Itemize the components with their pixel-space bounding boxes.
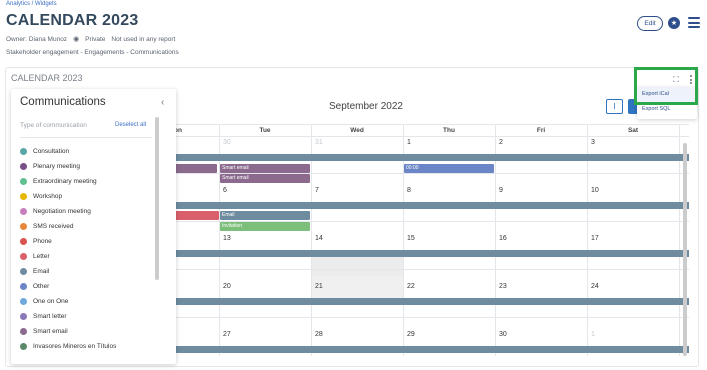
widget-title: CALENDAR 2023 <box>11 73 83 83</box>
month-label: September 2022 <box>329 101 403 112</box>
event-time[interactable]: 00:00 <box>404 164 494 173</box>
date-cell[interactable]: 23 <box>499 283 507 290</box>
list-item[interactable]: Phone <box>20 234 155 249</box>
communication-type-filter[interactable]: Type of communication <box>20 122 87 129</box>
list-item[interactable]: Smart letter <box>20 309 155 324</box>
color-dot <box>20 283 27 290</box>
list-item[interactable]: Email <box>20 264 155 279</box>
date-cell[interactable]: 16 <box>499 235 507 242</box>
list-item[interactable]: Letter <box>20 249 155 264</box>
calendar-grid: on Tue Wed Thu Fri Sat 30 31 1 2 3 Smart… <box>129 124 689 356</box>
date-cell[interactable]: 21 <box>315 283 323 290</box>
color-dot <box>20 178 27 185</box>
date-cell[interactable]: 15 <box>407 235 415 242</box>
owner-text: Owner: Diana Munoz <box>6 35 68 43</box>
list-item[interactable]: One on One <box>20 294 155 309</box>
tags-text: Stakeholder engagement - Engagements - C… <box>6 49 179 56</box>
list-item[interactable]: Extraordinary meeting <box>20 174 155 189</box>
color-dot <box>20 163 27 170</box>
day-header-thu: Thu <box>443 127 455 134</box>
color-dot <box>20 238 27 245</box>
deselect-all-link[interactable]: Deselect all <box>115 122 146 128</box>
color-dot <box>20 223 27 230</box>
list-item[interactable]: Smart email <box>20 324 155 339</box>
date-cell[interactable]: 30 <box>223 139 231 146</box>
color-dot <box>20 193 27 200</box>
day-header-row: on Tue Wed Thu Fri Sat <box>129 125 689 137</box>
widget-meta: Owner: Diana Munoz ◉ Private Not used in… <box>6 35 176 44</box>
calendar-scrollbar[interactable] <box>683 143 687 356</box>
date-cell[interactable]: 13 <box>223 235 231 242</box>
chevron-left-icon[interactable]: ‹ <box>161 97 164 108</box>
date-cell[interactable]: 24 <box>591 283 599 290</box>
date-cell[interactable]: 28 <box>315 331 323 338</box>
color-dot <box>20 208 27 215</box>
usage-text: Not used in any report <box>111 35 176 43</box>
date-cell[interactable]: 9 <box>499 187 503 194</box>
date-cell[interactable]: 31 <box>315 139 323 146</box>
week-bar <box>129 250 689 257</box>
list-item[interactable]: Consultation <box>20 144 155 159</box>
list-item[interactable]: Workshop <box>20 189 155 204</box>
text-cursor-icon[interactable]: I <box>606 99 623 114</box>
week-bar <box>129 346 689 353</box>
color-dot <box>20 313 27 320</box>
list-item[interactable]: Negotiation meeting <box>20 204 155 219</box>
date-cell[interactable]: 2 <box>499 139 503 146</box>
communication-type-list: Consultation Plenary meeting Extraordina… <box>20 144 155 354</box>
day-header-fri: Fri <box>536 127 546 134</box>
date-cell[interactable]: 14 <box>315 235 323 242</box>
date-cell[interactable]: 22 <box>407 283 415 290</box>
week-bar <box>129 202 689 209</box>
day-header-sat: Sat <box>627 127 639 134</box>
date-cell[interactable]: 20 <box>223 283 231 290</box>
menu-icon[interactable] <box>688 17 700 28</box>
panel-scrollbar[interactable] <box>155 117 159 280</box>
date-cell[interactable]: 17 <box>591 235 599 242</box>
color-dot <box>20 253 27 260</box>
date-cell[interactable]: 3 <box>591 139 595 146</box>
date-cell[interactable]: 27 <box>223 331 231 338</box>
list-item[interactable]: Plenary meeting <box>20 159 155 174</box>
color-dot <box>20 268 27 275</box>
color-dot <box>20 148 27 155</box>
event-smart-email[interactable]: Smart email <box>220 174 310 183</box>
date-cell[interactable]: 1 <box>591 331 595 338</box>
list-item[interactable]: SMS received <box>20 219 155 234</box>
communications-panel: Communications ‹ Type of communication D… <box>11 89 176 364</box>
breadcrumb[interactable]: Analytics / Widgets <box>6 1 57 7</box>
selected-cell-shade <box>312 276 403 299</box>
date-cell[interactable]: 6 <box>223 187 227 194</box>
day-header-wed: Wed <box>350 127 364 134</box>
week-bar <box>129 298 689 305</box>
date-cell[interactable]: 30 <box>499 331 507 338</box>
date-cell[interactable]: 7 <box>315 187 319 194</box>
date-cell[interactable]: 10 <box>591 187 599 194</box>
edit-button[interactable]: Edit <box>637 16 663 31</box>
day-header-tue: Tue <box>259 127 271 134</box>
date-cell[interactable]: 8 <box>407 187 411 194</box>
page-title: CALENDAR 2023 <box>6 12 139 29</box>
date-cell[interactable]: 29 <box>407 331 415 338</box>
event-email[interactable]: Email <box>220 211 310 220</box>
event-invitation[interactable]: Invitation <box>220 222 310 231</box>
color-dot <box>20 343 27 350</box>
color-dot <box>20 328 27 335</box>
highlight-box <box>634 67 698 105</box>
event-smart-email[interactable]: Smart email <box>220 164 310 173</box>
list-item[interactable]: Invasores Mineros en Títulos <box>20 339 155 354</box>
star-icon[interactable]: ★ <box>668 17 680 29</box>
date-cell[interactable]: 1 <box>407 139 411 146</box>
color-dot <box>20 298 27 305</box>
divider <box>20 137 152 138</box>
list-item[interactable]: Other <box>20 279 155 294</box>
visibility-text: Private <box>85 35 106 43</box>
week-bar <box>129 154 689 161</box>
panel-title: Communications <box>20 96 106 108</box>
eye-icon: ◉ <box>73 36 80 43</box>
